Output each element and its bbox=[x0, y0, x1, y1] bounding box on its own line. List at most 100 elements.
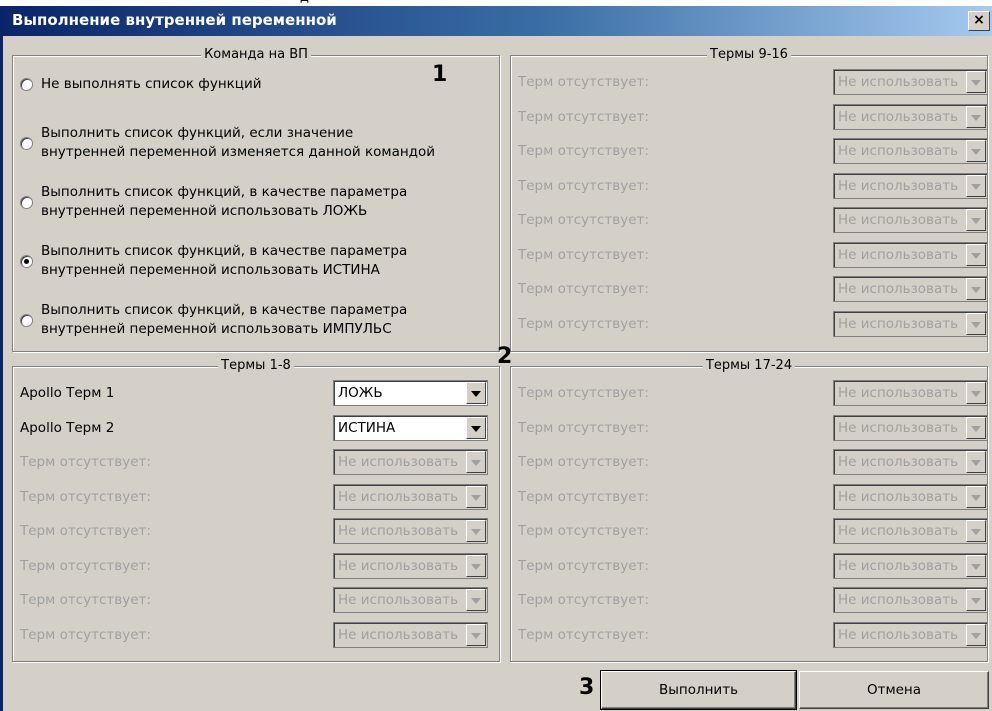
term-value: Не использовать bbox=[838, 143, 959, 159]
chevron-down-icon bbox=[466, 451, 486, 473]
term-value: Не использовать bbox=[338, 592, 459, 608]
term-label: Терм отсутствует: bbox=[20, 454, 151, 470]
term-value: Не использовать bbox=[838, 247, 959, 263]
chevron-down-icon bbox=[966, 417, 986, 439]
chevron-down-icon bbox=[966, 520, 986, 542]
term-label: Терм отсутствует: bbox=[518, 316, 649, 332]
command-option-label: Выполнить список функций, в качестве пар… bbox=[41, 302, 408, 337]
term-label: Терм отсутствует: bbox=[518, 385, 649, 401]
radio-button[interactable] bbox=[20, 195, 33, 209]
term-value: Не использовать bbox=[838, 385, 959, 401]
chevron-down-icon[interactable] bbox=[466, 417, 486, 439]
command-option-label: Не выполнять список функций bbox=[41, 76, 262, 92]
term-value-select: Не использовать bbox=[333, 449, 488, 475]
term-label: Терм отсутствует: bbox=[518, 143, 649, 159]
term-value: ИСТИНА bbox=[338, 420, 396, 436]
term-value-select[interactable]: ЛОЖЬ bbox=[333, 380, 488, 406]
chevron-down-icon bbox=[966, 278, 986, 300]
chevron-down-icon bbox=[466, 555, 486, 577]
chevron-down-icon bbox=[966, 382, 986, 404]
term-label: Терм отсутствует: bbox=[518, 281, 649, 297]
command-option[interactable]: Выполнить список функций, в качестве пар… bbox=[20, 242, 407, 280]
cancel-button[interactable]: Отмена bbox=[799, 671, 989, 709]
term-value: Не использовать bbox=[838, 281, 959, 297]
term-label: Терм отсутствует: bbox=[20, 592, 151, 608]
term-value: Не использовать bbox=[338, 558, 459, 574]
term-value-select: Не использовать bbox=[333, 587, 488, 613]
term-value-select: Не использовать bbox=[833, 587, 988, 613]
term-value-select: Не использовать bbox=[833, 415, 988, 441]
chevron-down-icon bbox=[966, 555, 986, 577]
term-label: Терм отсутствует: bbox=[518, 74, 649, 90]
term-value-select: Не использовать bbox=[333, 484, 488, 510]
terms-1-8-group: Термы 1-8 bbox=[12, 358, 500, 662]
chevron-down-icon[interactable] bbox=[466, 382, 486, 404]
chevron-down-icon bbox=[966, 244, 986, 266]
term-value-select: Не использовать bbox=[833, 104, 988, 130]
chevron-down-icon bbox=[466, 486, 486, 508]
term-label: Терм отсутствует: bbox=[518, 212, 649, 228]
term-value-select: Не использовать bbox=[833, 69, 988, 95]
command-option[interactable]: Выполнить список функций, если значение … bbox=[20, 124, 435, 162]
term-label: Терм отсутствует: bbox=[518, 558, 649, 574]
term-label: Терм отсутствует: bbox=[518, 489, 649, 505]
term-value-select: Не использовать bbox=[833, 518, 988, 544]
term-label: Терм отсутствует: bbox=[20, 489, 151, 505]
term-value-select[interactable]: ИСТИНА bbox=[333, 415, 488, 441]
window-title: Выполнение внутренней переменной bbox=[12, 11, 337, 29]
close-button[interactable]: × bbox=[968, 11, 990, 31]
chevron-down-icon bbox=[966, 209, 986, 231]
term-value-select: Не использовать bbox=[833, 242, 988, 268]
command-option[interactable]: Выполнить список функций, в качестве пар… bbox=[20, 183, 407, 221]
term-value: Не использовать bbox=[838, 212, 959, 228]
terms-17-24-title: Термы 17-24 bbox=[702, 358, 796, 373]
term-value: Не использовать bbox=[838, 558, 959, 574]
term-label: Терм отсутствует: bbox=[518, 178, 649, 194]
term-label: Терм отсутствует: bbox=[518, 454, 649, 470]
title-bar: Выполнение внутренней переменной × bbox=[0, 6, 992, 36]
terms-9-16-title: Термы 9-16 bbox=[707, 47, 791, 62]
term-label: Терм отсутствует: bbox=[20, 523, 151, 539]
term-label: Терм отсутствует: bbox=[518, 420, 649, 436]
chevron-down-icon bbox=[966, 451, 986, 473]
command-option[interactable]: Не выполнять список функций bbox=[20, 75, 262, 94]
term-value: Не использовать bbox=[838, 454, 959, 470]
radio-button[interactable] bbox=[20, 78, 33, 91]
term-value-select: Не использовать bbox=[833, 380, 988, 406]
term-value: Не использовать bbox=[338, 489, 459, 505]
term-value: Не использовать bbox=[838, 420, 959, 436]
command-option[interactable]: Выполнить список функций, в качестве пар… bbox=[20, 301, 407, 339]
term-value: Не использовать bbox=[838, 178, 959, 194]
term-value: Не использовать bbox=[338, 454, 459, 470]
chevron-down-icon bbox=[466, 589, 486, 611]
term-value: Не использовать bbox=[838, 316, 959, 332]
chevron-down-icon bbox=[966, 313, 986, 335]
command-option-label: Выполнить список функций, если значение … bbox=[41, 125, 436, 160]
terms-17-24-group: Термы 17-24 bbox=[510, 358, 988, 662]
radio-button[interactable] bbox=[20, 254, 33, 268]
chevron-down-icon bbox=[966, 175, 986, 197]
term-value: Не использовать bbox=[338, 627, 459, 643]
chevron-down-icon bbox=[466, 624, 486, 646]
term-value-select: Не использовать bbox=[833, 553, 988, 579]
command-option-label: Выполнить список функций, в качестве пар… bbox=[41, 184, 408, 219]
term-value-select: Не использовать bbox=[833, 173, 988, 199]
term-value-select: Не использовать bbox=[833, 449, 988, 475]
term-value: Не использовать bbox=[838, 592, 959, 608]
term-label: Apollo Терм 1 bbox=[20, 385, 115, 401]
term-value-select: Не использовать bbox=[833, 311, 988, 337]
term-value-select: Не использовать bbox=[333, 518, 488, 544]
term-label: Терм отсутствует: bbox=[518, 247, 649, 263]
radio-button[interactable] bbox=[20, 136, 33, 150]
terms-9-16-group: Термы 9-16 bbox=[510, 47, 988, 352]
execute-button[interactable]: Выполнить bbox=[600, 670, 797, 710]
term-label: Терм отсутствует: bbox=[518, 523, 649, 539]
term-label: Терм отсутствует: bbox=[518, 109, 649, 125]
term-value: Не использовать bbox=[838, 74, 959, 90]
window-border bbox=[0, 36, 3, 711]
chevron-down-icon bbox=[966, 486, 986, 508]
term-value: Не использовать bbox=[838, 523, 959, 539]
term-label: Терм отсутствует: bbox=[20, 558, 151, 574]
term-label: Терм отсутствует: bbox=[518, 627, 649, 643]
radio-button[interactable] bbox=[20, 313, 33, 327]
